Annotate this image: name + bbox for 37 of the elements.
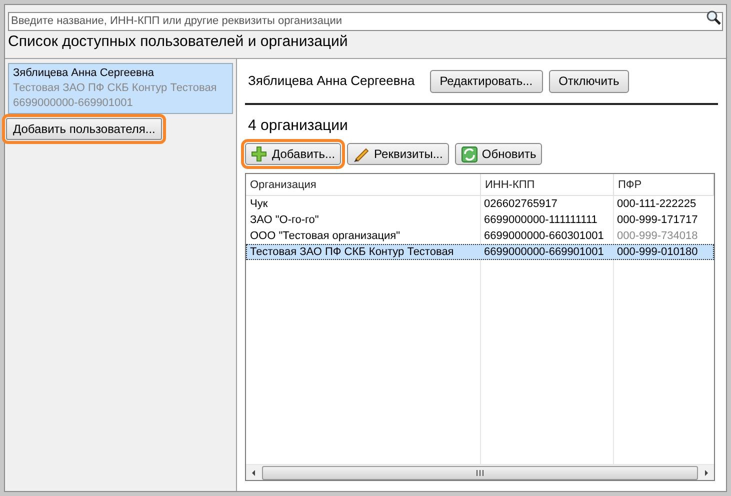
table-cell-text: 000-111-222225 (616, 197, 698, 211)
table-cell-text: ООО "Тестовая организация" (249, 229, 402, 243)
disable-button[interactable]: Отключить (548, 70, 630, 92)
table-cell-text: 000-999-171717 (616, 213, 699, 227)
horizontal-scrollbar[interactable] (246, 464, 714, 480)
table-row[interactable]: Тестовая ЗАО ПФ СКБ Контур Тестовая 6699000000-669901001 000-999-010180 (246, 244, 714, 260)
column-header[interactable]: Организация (246, 174, 481, 196)
table-cell-text: 6699000000-660301001 (483, 229, 605, 243)
table-cell-text: ЗАО "О-го-го" (249, 213, 320, 227)
table-row[interactable]: ЗАО "О-го-го" 6699000000-111111111 000-999-171717 (246, 212, 714, 228)
user-list-item[interactable]: Зяблицева Анна Сергеевна Тестовая ЗАО ПФ СКБ Контур Тестовая 6699000000-669901001 (8, 63, 233, 114)
table-row[interactable]: Чук 026602765917 000-111-222225 (246, 196, 714, 212)
table-cell-text: Тестовая ЗАО ПФ СКБ Контур Тестовая (249, 245, 455, 259)
column-header[interactable]: ПФР (614, 174, 714, 196)
grip-icon[interactable] (476, 470, 484, 476)
user-name: Зяблицева Анна Сергеевна (13, 66, 156, 81)
pencil-icon (353, 146, 370, 162)
inn-kpp: 6699000000-669901001 (13, 96, 134, 111)
refresh-icon (460, 146, 478, 162)
table-cell-text: 6699000000-669901001 (483, 245, 605, 259)
table-cell-text: 026602765917 (483, 197, 558, 211)
search-field[interactable]: Введите название, ИНН-КПП или другие реквизиты организации (8, 12, 723, 30)
table-row[interactable]: ООО "Тестовая организация" 6699000000-660301001 000-999-734018 (246, 228, 714, 244)
edit-button[interactable]: Редактировать... (430, 70, 543, 92)
plus-icon (251, 146, 268, 162)
refresh-button[interactable]: Обновить (454, 143, 542, 165)
section-title: Список доступных пользователей и организаций (8, 32, 348, 52)
table-cell-text: 6699000000-111111111 (483, 213, 598, 227)
user-name: Зяблицева Анна Сергеевна (248, 72, 415, 90)
table-cell-text: 000-999-010180 (616, 245, 699, 259)
organization-count: 4 организации (248, 117, 348, 134)
organization-name: Тестовая ЗАО ПФ СКБ Контур Тестовая (13, 81, 218, 96)
table-cell-text: 000-999-734018 (616, 229, 699, 243)
search-icon[interactable] (706, 10, 721, 25)
table-cell-text: Чук (249, 197, 269, 211)
details-button[interactable]: Реквизиты... (347, 143, 449, 165)
column-header[interactable]: ИНН-КПП (481, 174, 614, 196)
